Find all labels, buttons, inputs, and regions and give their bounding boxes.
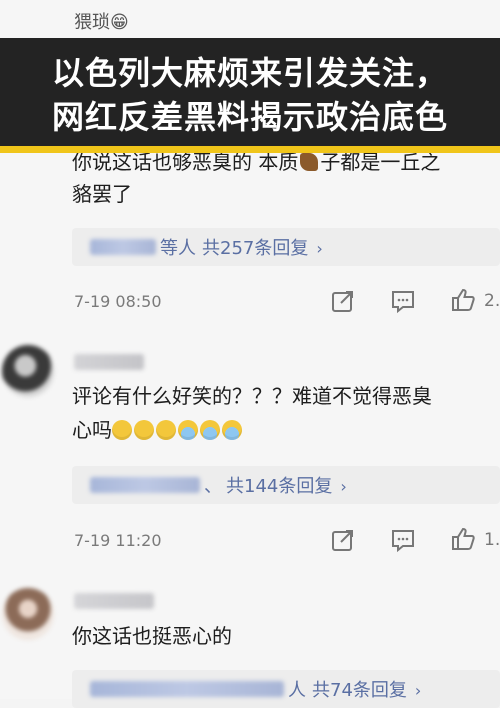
top-comment-username[interactable]: 猥琐😁 [74, 8, 129, 34]
comment-1-line2: 貉罢了 [72, 182, 132, 206]
share-icon[interactable] [330, 288, 356, 314]
sweat-smile-emoji-icon [134, 420, 154, 440]
crying-emoji-icon [222, 420, 242, 440]
comment-feed: 猥琐😁 你说这话也够恶臭的 本质 子都是一丘之 貉罢了 等人 共257条回复 › 7-… [0, 0, 500, 708]
comment-2-text: 心吗 [72, 418, 112, 442]
thumbs-up-icon[interactable] [450, 526, 476, 552]
reply-count: 共74条回复 [312, 680, 407, 701]
headline-banner: 以色列大麻烦来引发关注， 网红反差黑料揭示政治底色 [0, 38, 500, 146]
comment-icon[interactable] [390, 527, 416, 553]
reply-count-link[interactable]: 、共144条回复 › [204, 472, 347, 498]
reply-count-link[interactable]: 等人 共257条回复 › [160, 234, 323, 260]
comment-1-like-count: 2. [484, 291, 500, 311]
avatar[interactable] [2, 345, 54, 397]
blurred-reply-names [90, 477, 200, 493]
comment-2-like-count: 1. [484, 530, 500, 550]
comment-2-username-blurred[interactable] [74, 354, 144, 370]
reply-count-link[interactable]: 人共74条回复 › [288, 676, 421, 702]
eagle-emoji-icon [300, 153, 319, 171]
crying-emoji-icon [200, 420, 220, 440]
sweat-smile-emoji-icon [156, 420, 176, 440]
headline-line-2: 网红反差黑料揭示政治底色 [51, 98, 448, 136]
reply-suffix: 等人 [160, 238, 196, 259]
comment-3-username-blurred[interactable] [74, 593, 154, 609]
blurred-reply-names [90, 681, 284, 697]
share-icon[interactable] [330, 527, 356, 553]
reply-count: 共144条回复 [226, 476, 333, 497]
headline-line-1: 以色列大麻烦来引发关注， [51, 54, 448, 92]
comment-icon[interactable] [390, 288, 416, 314]
crying-emoji-icon [178, 420, 198, 440]
chevron-right-icon: › [316, 239, 323, 258]
reply-suffix: 人 [288, 680, 306, 701]
comment-1-time: 7-19 08:50 [74, 292, 162, 311]
comment-3-replies[interactable]: 人共74条回复 › [72, 670, 500, 708]
blurred-reply-names [90, 239, 156, 255]
reply-count: 共257条回复 [202, 238, 309, 259]
comment-1-replies[interactable]: 等人 共257条回复 › [72, 228, 500, 266]
comment-2-line2: 心吗 [72, 416, 244, 444]
thumbs-up-icon[interactable] [450, 287, 476, 313]
comment-2-time: 7-19 11:20 [74, 531, 162, 550]
comment-2-line1: 评论有什么好笑的？？？难道不觉得恶臭 [72, 384, 432, 408]
chevron-right-icon: › [340, 477, 347, 496]
avatar[interactable] [2, 588, 54, 640]
comment-2-replies[interactable]: 、共144条回复 › [72, 466, 500, 504]
comment-1-line1: 你说这话也够恶臭的 本质 [72, 150, 299, 174]
sweat-smile-emoji-icon [112, 420, 132, 440]
chevron-right-icon: › [414, 681, 422, 700]
reply-suffix: 、 [204, 476, 222, 497]
accent-bar [0, 146, 500, 153]
comment-1-line1-tail: 子都是一丘之 [320, 150, 441, 174]
comment-3-line1: 你这话也挺恶心的 [72, 624, 232, 648]
